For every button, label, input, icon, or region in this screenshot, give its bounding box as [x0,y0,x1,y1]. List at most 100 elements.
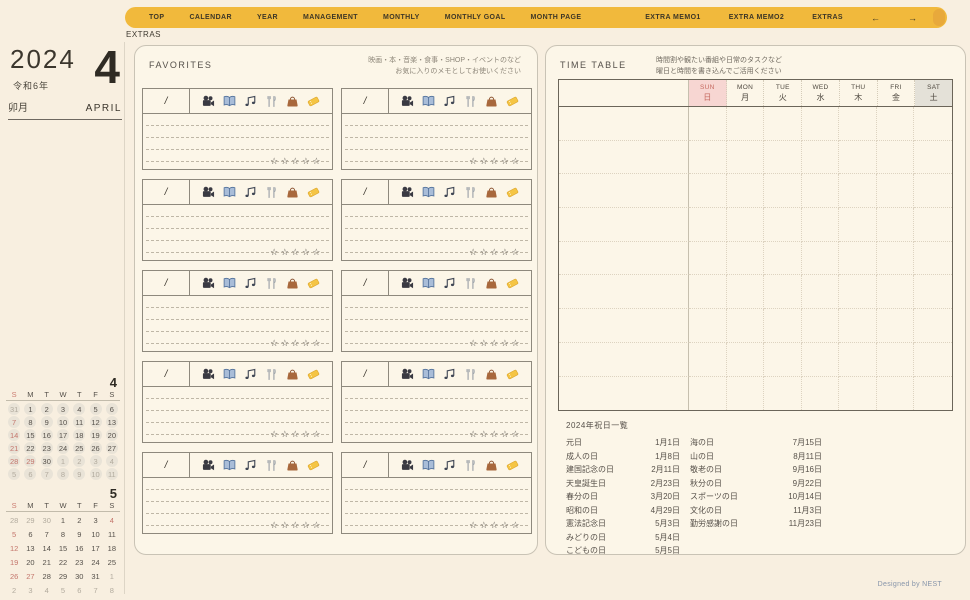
day-cell[interactable]: 18 [104,542,120,555]
nav-item-extra-memo1[interactable]: EXTRA MEMO1 [645,14,700,21]
slot-note-line[interactable] [146,217,329,229]
day-cell[interactable]: 24 [87,556,103,569]
slot-note-line[interactable] [146,320,329,332]
slot-notes-area[interactable]: ☆☆☆☆☆ [345,205,528,260]
slot-rating[interactable]: ☆☆☆☆☆ [270,521,323,531]
timetable-cell[interactable] [877,275,915,309]
day-cell[interactable]: 16 [39,429,55,441]
slot-note-line[interactable] [345,296,528,308]
day-cell[interactable]: 9 [71,528,87,541]
timetable-cell[interactable] [559,141,689,175]
slot-note-line[interactable] [345,205,528,217]
day-cell[interactable]: 2 [39,403,55,415]
day-cell[interactable]: 19 [6,556,22,569]
day-cell[interactable]: 29 [22,455,38,467]
slot-note-line[interactable] [146,502,329,514]
day-cell[interactable]: 4 [71,403,87,415]
day-cell[interactable]: 2 [6,584,22,597]
slot-note-line[interactable] [345,308,528,320]
day-cell[interactable]: 3 [87,514,103,527]
slot-note-line[interactable] [146,296,329,308]
day-cell[interactable]: 27 [104,442,120,454]
timetable-cell[interactable] [727,275,765,309]
slot-rating[interactable]: ☆☆☆☆☆ [469,248,522,258]
day-cell[interactable]: 21 [6,442,22,454]
slot-notes-area[interactable]: ☆☆☆☆☆ [345,387,528,442]
timetable-cell[interactable] [914,309,952,343]
timetable-cell[interactable] [877,107,915,141]
timetable-cell[interactable] [689,208,727,242]
timetable-cell[interactable] [914,141,952,175]
day-cell[interactable]: 1 [55,514,71,527]
slot-note-line[interactable] [345,399,528,411]
timetable-cell[interactable] [839,208,877,242]
day-cell[interactable]: 30 [39,455,55,467]
slot-date-cell[interactable]: / [342,180,389,204]
day-cell[interactable]: 8 [104,584,120,597]
timetable-cell[interactable] [689,377,727,411]
slot-note-line[interactable] [146,205,329,217]
nav-item-year[interactable]: YEAR [257,14,278,21]
day-cell[interactable]: 20 [104,429,120,441]
day-cell[interactable]: 16 [71,542,87,555]
day-cell[interactable]: 13 [104,416,120,428]
timetable-cell[interactable] [559,242,689,276]
slot-note-line[interactable] [146,308,329,320]
slot-date-cell[interactable]: / [342,271,389,295]
timetable-cell[interactable] [839,242,877,276]
timetable-cell[interactable] [559,107,689,141]
slot-note-line[interactable] [345,411,528,423]
timetable-cell[interactable] [914,242,952,276]
day-cell[interactable]: 27 [22,570,38,583]
day-cell[interactable]: 30 [71,570,87,583]
nav-next-arrow-icon[interactable]: → [908,13,917,23]
slot-date-cell[interactable]: / [342,453,389,477]
day-cell[interactable]: 8 [55,468,71,480]
timetable-cell[interactable] [764,141,802,175]
day-cell[interactable]: 25 [104,556,120,569]
day-cell[interactable]: 26 [87,442,103,454]
timetable-cell[interactable] [727,107,765,141]
day-cell[interactable]: 23 [71,556,87,569]
day-cell[interactable]: 13 [22,542,38,555]
slot-date-cell[interactable]: / [342,89,389,113]
timetable-cell[interactable] [727,174,765,208]
slot-rating[interactable]: ☆☆☆☆☆ [270,248,323,258]
slot-rating[interactable]: ☆☆☆☆☆ [469,157,522,167]
day-cell[interactable]: 6 [22,468,38,480]
slot-note-line[interactable] [345,478,528,490]
day-cell[interactable]: 5 [6,468,22,480]
day-cell[interactable]: 11 [104,468,120,480]
day-cell[interactable]: 2 [71,455,87,467]
timetable-cell[interactable] [559,208,689,242]
slot-notes-area[interactable]: ☆☆☆☆☆ [146,114,329,169]
timetable-cell[interactable] [877,208,915,242]
slot-rating[interactable]: ☆☆☆☆☆ [469,430,522,440]
day-cell[interactable]: 7 [6,416,22,428]
day-cell[interactable]: 4 [104,455,120,467]
slot-date-cell[interactable]: / [342,362,389,386]
nav-item-extra-memo2[interactable]: EXTRA MEMO2 [729,14,784,21]
timetable-cell[interactable] [802,343,840,377]
day-cell[interactable]: 14 [39,542,55,555]
day-cell[interactable]: 3 [22,584,38,597]
day-cell[interactable]: 7 [39,468,55,480]
day-cell[interactable]: 23 [39,442,55,454]
timetable-cell[interactable] [914,275,952,309]
timetable-cell[interactable] [839,174,877,208]
day-cell[interactable]: 5 [6,528,22,541]
timetable-cell[interactable] [727,309,765,343]
timetable-cell[interactable] [839,141,877,175]
nav-item-monthly-goal[interactable]: MONTHLY GOAL [445,14,506,21]
day-cell[interactable]: 22 [22,442,38,454]
timetable-cell[interactable] [559,343,689,377]
slot-notes-area[interactable]: ☆☆☆☆☆ [146,296,329,351]
timetable-cell[interactable] [764,174,802,208]
slot-note-line[interactable] [345,387,528,399]
timetable-cell[interactable] [689,107,727,141]
timetable-cell[interactable] [559,174,689,208]
day-cell[interactable]: 7 [39,528,55,541]
timetable-cell[interactable] [689,242,727,276]
timetable-cell[interactable] [914,174,952,208]
slot-rating[interactable]: ☆☆☆☆☆ [270,339,323,349]
